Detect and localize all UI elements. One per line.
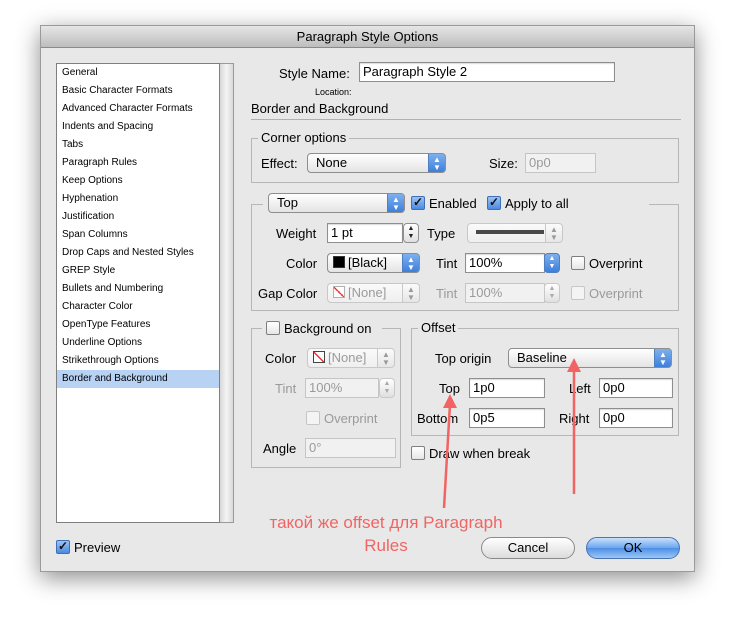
arrowhead-top-origin [567, 358, 581, 372]
annotation-line-1: такой же offset для Paragraph [269, 513, 503, 532]
paragraph-style-options-dialog: Paragraph Style Options General Basic Ch… [40, 25, 695, 572]
cancel-button[interactable]: Cancel [481, 537, 575, 559]
ok-button[interactable]: OK [586, 537, 680, 559]
arrow-to-top-offset [442, 403, 452, 509]
preview-checkbox[interactable]: ✓ [56, 540, 70, 554]
preview-label: Preview [74, 540, 121, 555]
annotation-arrows [442, 358, 581, 509]
arrowhead-top-offset [443, 394, 457, 408]
